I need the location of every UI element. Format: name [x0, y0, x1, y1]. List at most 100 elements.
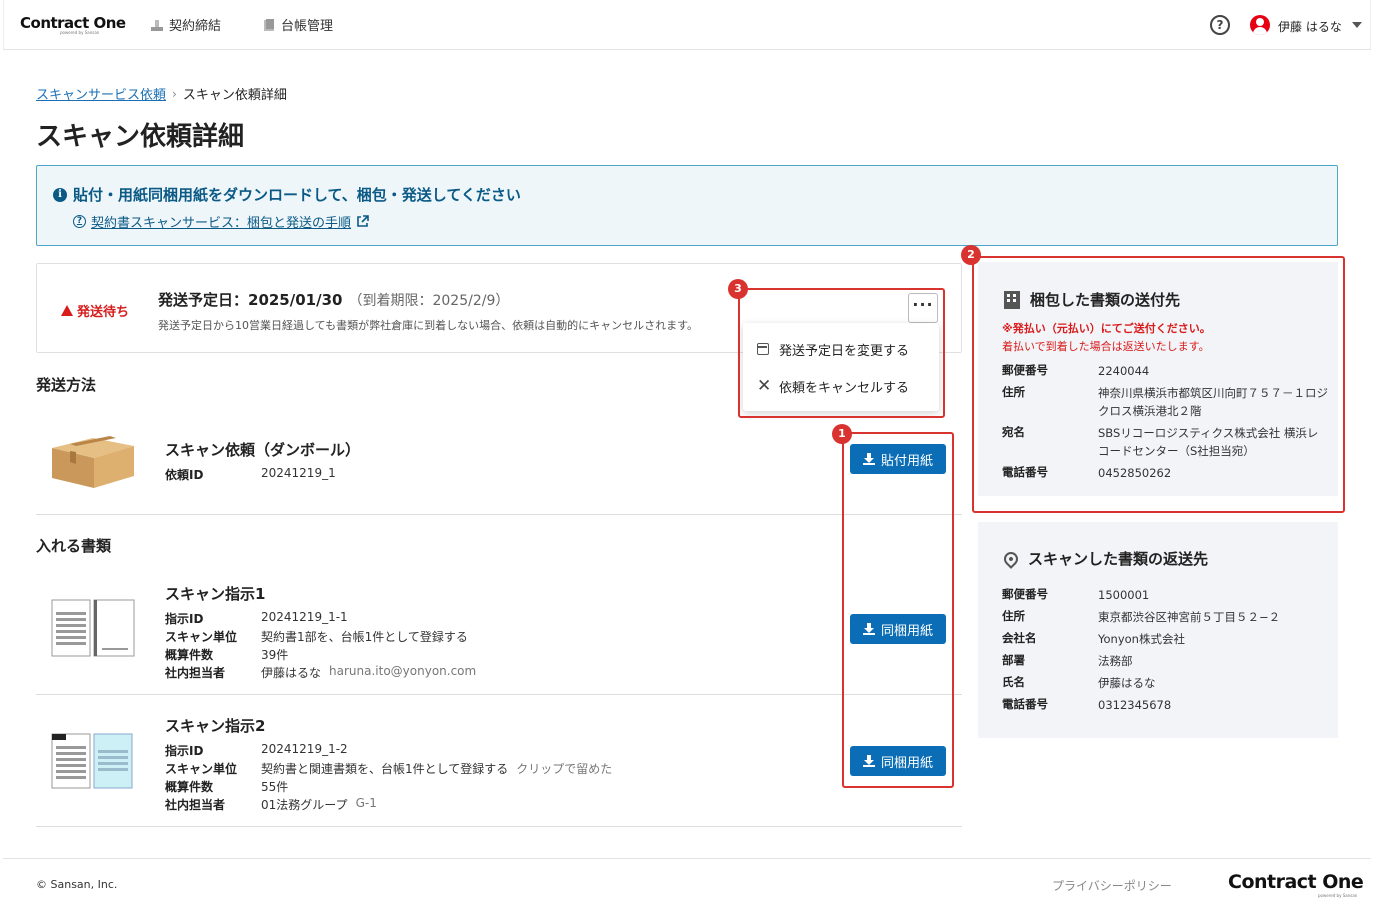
request-id-row: 依頼ID 20241219_1 [165, 466, 336, 483]
annotation-box-2 [972, 256, 1345, 513]
request-id-value: 20241219_1 [261, 466, 336, 480]
nav-contract-signing[interactable]: 契約締結 [150, 15, 221, 34]
nav-label: 契約締結 [169, 19, 222, 34]
row-value: 0312345678 [1098, 698, 1172, 712]
shipping-item-title: スキャン依頼（ダンボール） [165, 441, 361, 459]
logo-subtext: powered by Sansan [60, 30, 100, 35]
instruction-row: スキャン単位 契約書と関連書類を、台帳1件として登録する クリップで留めた [165, 760, 612, 777]
status-badge: 発送待ち [61, 301, 129, 320]
row-value: 伊藤はるな [1098, 676, 1156, 690]
row-value: 20241219_1-2 [261, 742, 348, 756]
location-pin-icon [1001, 548, 1021, 569]
row-value: 20241219_1-1 [261, 610, 348, 624]
documents-title: 入れる書類 [36, 537, 112, 555]
address-row: 会社名 Yonyon株式会社 [1002, 630, 1328, 648]
row-extra: クリップで留めた [516, 762, 613, 776]
scan-instruction-1-title: スキャン指示1 [165, 585, 266, 603]
row-label: 部署 [1002, 653, 1025, 667]
ledger-icon [264, 18, 274, 31]
footer-logo-text: Contract One [1228, 871, 1364, 893]
arrival-deadline: （到着期限：2025/2/9） [348, 293, 510, 309]
row-label: 郵便番号 [1002, 587, 1048, 601]
divider [36, 694, 962, 695]
annotation-box-3 [738, 288, 945, 418]
scan-instruction-2-title: スキャン指示2 [165, 717, 266, 735]
help-icon[interactable]: ? [1210, 15, 1230, 35]
document-thumbnail-image [51, 599, 135, 657]
row-value: 法務部 [1098, 654, 1133, 668]
cancel-note: 発送予定日から10営業日経過しても書類が弊社倉庫に到着しない場合、依頼は自動的に… [158, 319, 699, 332]
breadcrumb-parent-link[interactable]: スキャンサービス依頼 [36, 84, 166, 103]
info-banner: i 貼付・用紙同梱用紙をダウンロードして、梱包・発送してください ? 契約書スキ… [36, 165, 1338, 246]
status-badge-text: 発送待ち [77, 305, 130, 320]
address-row: 部署 法務部 [1002, 652, 1328, 670]
breadcrumb-current: スキャン依頼詳細 [182, 88, 287, 103]
procedure-link[interactable]: ? 契約書スキャンサービス：梱包と発送の手順 [73, 212, 369, 231]
annotation-badge-2: 2 [961, 245, 981, 265]
user-avatar-icon[interactable] [1250, 15, 1270, 35]
row-label: 社内担当者 [165, 666, 226, 680]
document-thumbnail-image [51, 733, 133, 789]
address-row: 郵便番号 1500001 [1002, 586, 1328, 604]
chevron-right-icon: › [172, 86, 177, 101]
row-label: 指示ID [165, 612, 204, 626]
instruction-row: 概算件数 39件 [165, 646, 288, 663]
shipping-method-title: 発送方法 [36, 376, 97, 394]
ship-date: 発送予定日：2025/01/30 （到着期限：2025/2/9） [158, 289, 509, 310]
user-name[interactable]: 伊藤 はるな [1278, 18, 1342, 35]
app-footer: © Sansan, Inc. プライバシーポリシー Contract One p… [3, 858, 1371, 909]
divider [36, 826, 962, 827]
row-label: 氏名 [1002, 675, 1025, 689]
row-value: 39件 [261, 648, 289, 662]
row-value: 東京都渋谷区神宮前５丁目５２−２ [1098, 610, 1281, 624]
return-to-title-text: スキャンした書類の返送先 [1028, 550, 1209, 568]
page-title: スキャン依頼詳細 [36, 122, 245, 152]
address-row: 電話番号 0312345678 [1002, 696, 1328, 714]
address-row: 住所 東京都渋谷区神宮前５丁目５２−２ [1002, 608, 1328, 626]
annotation-badge-1: 1 [832, 424, 852, 444]
app-header: Contract One powered by Sansan 契約締結 台帳管理… [3, 0, 1371, 50]
procedure-link-text: 契約書スキャンサービス：梱包と発送の手順 [91, 216, 352, 231]
row-value: 伊藤はるな [261, 666, 322, 680]
annotation-box-1 [842, 432, 954, 788]
row-label: 概算件数 [165, 780, 214, 794]
copyright: © Sansan, Inc. [36, 878, 118, 891]
instruction-row: 指示ID 20241219_1-1 [165, 610, 348, 627]
annotation-badge-3: 3 [728, 279, 748, 299]
row-label: 指示ID [165, 744, 204, 758]
row-label: スキャン単位 [165, 762, 238, 776]
divider [36, 514, 962, 515]
privacy-policy-link[interactable]: プライバシーポリシー [1052, 877, 1172, 894]
row-label: 会社名 [1002, 631, 1037, 645]
app-logo[interactable]: Contract One powered by Sansan [20, 14, 126, 35]
banner-title-text: 貼付・用紙同梱用紙をダウンロードして、梱包・発送してください [73, 186, 521, 204]
nav-label: 台帳管理 [281, 19, 334, 34]
request-id-label: 依頼ID [165, 468, 204, 482]
return-to-card: スキャンした書類の返送先 郵便番号 1500001 住所 東京都渋谷区神宮前５丁目５… [978, 522, 1338, 738]
instruction-row: 指示ID 20241219_1-2 [165, 742, 348, 759]
row-value: 契約書と関連書類を、台帳1件として登録する [261, 762, 509, 776]
row-label: 電話番号 [1002, 697, 1048, 711]
address-row: 氏名 伊藤はるな [1002, 674, 1328, 692]
row-extra: G-1 [355, 796, 377, 810]
row-value: 契約書1部を、台帳1件として登録する [261, 630, 468, 644]
row-value: 1500001 [1098, 588, 1150, 602]
breadcrumb: スキャンサービス依頼 › スキャン依頼詳細 [36, 84, 287, 104]
instruction-row: 社内担当者 01法務グループ G-1 [165, 796, 377, 813]
row-value: 55件 [261, 780, 289, 794]
instruction-row: 社内担当者 伊藤はるな haruna.ito@yonyon.com [165, 664, 476, 681]
instruction-row: 概算件数 55件 [165, 778, 288, 795]
row-extra: haruna.ito@yonyon.com [329, 664, 477, 678]
chevron-down-icon[interactable] [1352, 22, 1362, 28]
ship-date-text: 発送予定日：2025/01/30 [158, 291, 343, 309]
warning-icon [61, 305, 73, 316]
help-circle-icon: ? [73, 215, 86, 228]
row-label: 概算件数 [165, 648, 214, 662]
footer-logo: Contract One powered by Sansan [1228, 871, 1364, 898]
nav-ledger[interactable]: 台帳管理 [262, 15, 333, 34]
sign-icon [151, 19, 163, 31]
row-label: 社内担当者 [165, 798, 226, 812]
return-to-title: スキャンした書類の返送先 [1001, 548, 1209, 569]
row-label: 住所 [1002, 609, 1025, 623]
footer-logo-subtext: powered by Sansan [1318, 893, 1358, 898]
